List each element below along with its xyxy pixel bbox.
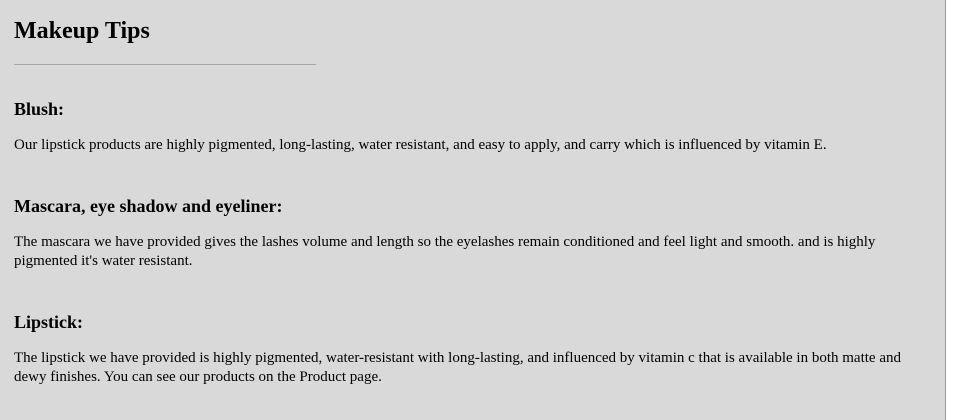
- section-text: The mascara we have provided gives the l…: [14, 234, 876, 269]
- page-title: Makeup Tips: [14, 18, 150, 44]
- section-blush: Blush: Our lipstick products are highly …: [14, 98, 931, 155]
- title-divider: [14, 64, 316, 65]
- section-text: The lipstick we have provided is highly …: [14, 350, 901, 385]
- section-heading: Blush:: [14, 99, 65, 119]
- section-heading: Mascara, eye shadow and eyeliner:: [14, 196, 283, 216]
- section-text: Our lipstick products are highly pigment…: [14, 137, 827, 153]
- section-heading: Lipstick:: [14, 312, 84, 332]
- section-mascara: Mascara, eye shadow and eyeliner: The ma…: [14, 195, 931, 271]
- section-lipstick: Lipstick: The lipstick we have provided …: [14, 311, 931, 387]
- content-panel: Makeup Tips Blush: Our lipstick products…: [0, 0, 946, 420]
